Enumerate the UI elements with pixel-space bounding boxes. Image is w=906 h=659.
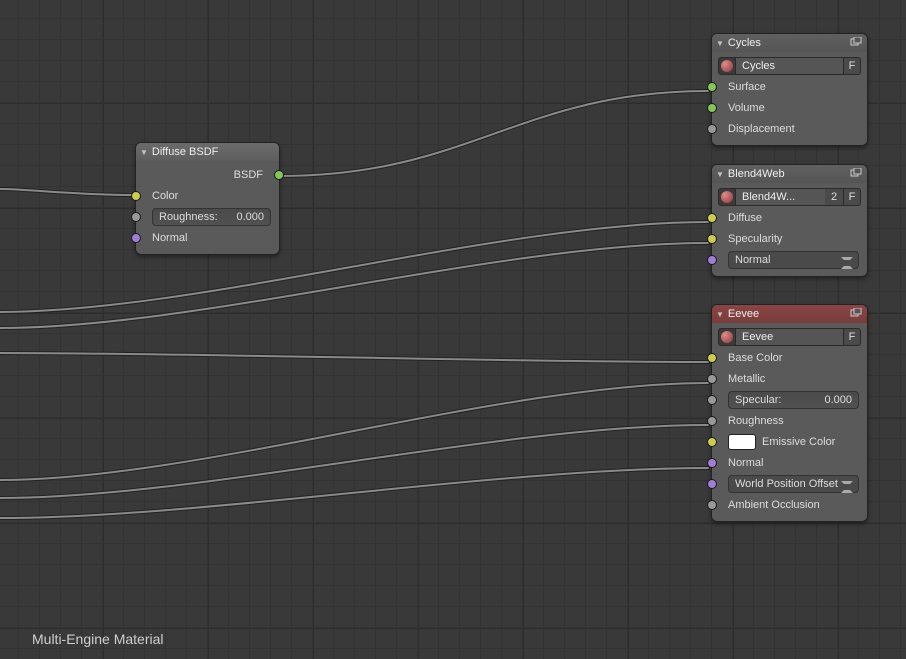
node-header[interactable]: ▼ Eevee [712, 305, 867, 323]
fake-user-button[interactable]: F [843, 188, 861, 206]
input-roughness: Roughness: 0.000 [136, 206, 279, 227]
socket-in-vector[interactable] [707, 255, 717, 265]
socket-label: Volume [728, 102, 765, 114]
material-name-field[interactable]: Blend4W... [736, 188, 825, 206]
socket-in-value[interactable] [707, 374, 717, 384]
field-label: Roughness: [159, 211, 218, 223]
socket-label: Base Color [728, 352, 782, 364]
input-diffuse: Diffuse [712, 207, 867, 228]
socket-label: Specularity [728, 233, 782, 245]
collapse-triangle-icon[interactable]: ▼ [716, 310, 724, 319]
emissive-color-swatch[interactable] [728, 434, 756, 450]
socket-in-value[interactable] [707, 124, 717, 134]
fake-user-button[interactable]: F [843, 328, 861, 346]
node-header[interactable]: ▼ Blend4Web [712, 165, 867, 183]
input-normal-select: Normal [712, 249, 867, 270]
socket-in-shader[interactable] [707, 103, 717, 113]
input-color: Color [136, 185, 279, 206]
socket-label: Color [152, 190, 178, 202]
socket-in-vector[interactable] [707, 458, 717, 468]
socket-label: BSDF [234, 169, 263, 181]
wpo-dropdown[interactable]: World Position Offset [728, 475, 859, 493]
present-icon[interactable] [849, 167, 863, 179]
material-browse-icon[interactable] [718, 328, 736, 346]
node-title: Blend4Web [728, 168, 785, 180]
socket-label: Diffuse [728, 212, 762, 224]
socket-in-color[interactable] [131, 191, 141, 201]
input-normal: Normal [136, 227, 279, 248]
input-world-position-offset: World Position Offset [712, 473, 867, 494]
input-surface: Surface [712, 76, 867, 97]
socket-in-color[interactable] [707, 213, 717, 223]
material-browse-icon[interactable] [718, 57, 736, 75]
socket-in-value[interactable] [707, 416, 717, 426]
socket-label: Emissive Color [762, 436, 835, 448]
roughness-field[interactable]: Roughness: 0.000 [152, 208, 271, 226]
socket-label: Surface [728, 81, 766, 93]
socket-in-color[interactable] [707, 234, 717, 244]
socket-in-value[interactable] [707, 500, 717, 510]
socket-in-color[interactable] [707, 353, 717, 363]
field-label: Specular: [735, 394, 781, 406]
socket-in-vector[interactable] [131, 233, 141, 243]
node-cycles-output[interactable]: ▼ Cycles Cycles F Surface Volume Displac… [711, 33, 868, 146]
socket-label: Metallic [728, 373, 765, 385]
editor-title: Multi-Engine Material [32, 631, 164, 647]
material-name-field[interactable]: Cycles [736, 57, 843, 75]
node-eevee-output[interactable]: ▼ Eevee Eevee F Base Color Metallic Spec… [711, 304, 868, 522]
input-displacement: Displacement [712, 118, 867, 139]
input-metallic: Metallic [712, 368, 867, 389]
material-selector[interactable]: Blend4W... 2 F [712, 186, 867, 207]
node-title: Cycles [728, 37, 761, 49]
socket-in-color[interactable] [707, 437, 717, 447]
input-roughness: Roughness [712, 410, 867, 431]
material-selector[interactable]: Cycles F [712, 55, 867, 76]
material-name-field[interactable]: Eevee [736, 328, 843, 346]
node-blend4web-output[interactable]: ▼ Blend4Web Blend4W... 2 F Diffuse Specu… [711, 164, 868, 277]
node-title: Eevee [728, 308, 759, 320]
fake-user-button[interactable]: F [843, 57, 861, 75]
node-diffuse-bsdf[interactable]: ▼ Diffuse BSDF BSDF Color Roughness: 0.0… [135, 142, 280, 255]
input-ambient-occlusion: Ambient Occlusion [712, 494, 867, 515]
socket-in-value[interactable] [131, 212, 141, 222]
socket-label: Normal [728, 457, 763, 469]
material-browse-icon[interactable] [718, 188, 736, 206]
material-selector[interactable]: Eevee F [712, 326, 867, 347]
node-title: Diffuse BSDF [152, 146, 218, 158]
collapse-triangle-icon[interactable]: ▼ [140, 148, 148, 157]
input-specular: Specular: 0.000 [712, 389, 867, 410]
socket-label: Normal [152, 232, 187, 244]
present-icon[interactable] [849, 307, 863, 319]
input-normal: Normal [712, 452, 867, 473]
field-value: 0.000 [236, 211, 264, 223]
present-icon[interactable] [849, 36, 863, 48]
specular-field[interactable]: Specular: 0.000 [728, 391, 859, 409]
user-count-button[interactable]: 2 [825, 188, 843, 206]
node-header[interactable]: ▼ Diffuse BSDF [136, 143, 279, 161]
socket-label: Ambient Occlusion [728, 499, 820, 511]
output-bsdf: BSDF [136, 164, 279, 185]
input-emissive-color: Emissive Color [712, 431, 867, 452]
socket-label: Roughness [728, 415, 784, 427]
collapse-triangle-icon[interactable]: ▼ [716, 39, 724, 48]
input-specularity: Specularity [712, 228, 867, 249]
socket-label: Displacement [728, 123, 795, 135]
input-base-color: Base Color [712, 347, 867, 368]
socket-in-vector[interactable] [707, 479, 717, 489]
field-value: 0.000 [824, 394, 852, 406]
collapse-triangle-icon[interactable]: ▼ [716, 170, 724, 179]
socket-out-shader[interactable] [274, 170, 284, 180]
socket-in-shader[interactable] [707, 82, 717, 92]
normal-dropdown[interactable]: Normal [728, 251, 859, 269]
node-header[interactable]: ▼ Cycles [712, 34, 867, 52]
input-volume: Volume [712, 97, 867, 118]
socket-in-value[interactable] [707, 395, 717, 405]
